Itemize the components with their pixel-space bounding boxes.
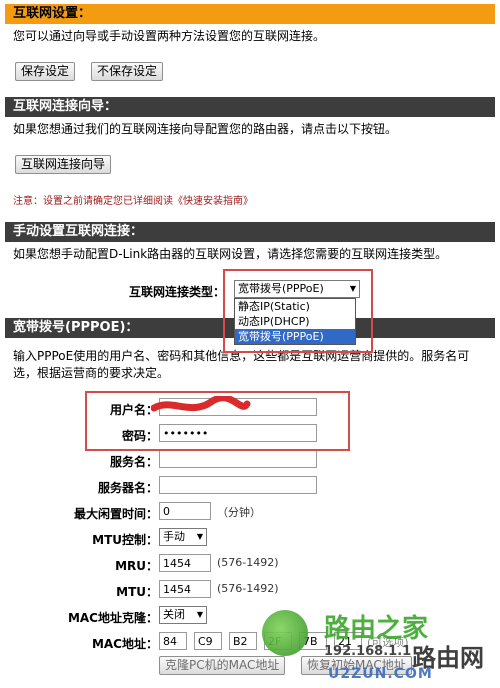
- internet-settings-description: 您可以通过向导或手动设置两种方法设置您的互联网连接。: [13, 29, 326, 43]
- chevron-down-icon: ▼: [196, 532, 203, 541]
- mru-range: (576-1492): [217, 556, 279, 569]
- mac-clone-select[interactable]: 关闭 ▼: [159, 606, 207, 624]
- server-name-input[interactable]: [159, 476, 317, 494]
- option-dhcp[interactable]: 动态IP(DHCP): [235, 314, 355, 329]
- save-settings-button[interactable]: 保存设定: [15, 62, 76, 81]
- chevron-down-icon: ▼: [196, 610, 203, 619]
- service-name-label: 服务名：: [109, 455, 158, 469]
- max-idle-time-input[interactable]: [159, 502, 211, 520]
- service-name-input[interactable]: [159, 450, 317, 468]
- max-idle-time-label: 最大闲置时间：: [73, 507, 158, 521]
- mac-address-label: MAC地址：: [91, 637, 158, 651]
- watermark: 路由之家 192.168.1.1 路由网 U2ZUN.COM: [262, 604, 498, 686]
- wizard-panel: 互联网连接向导： 如果您想通过我们的互联网连接向导配置您的路由器，请点击以下按钮…: [5, 97, 495, 209]
- manual-setup-title: 手动设置互联网连接：: [5, 222, 495, 242]
- mtu-control-select[interactable]: 手动 ▼: [159, 528, 207, 546]
- option-static-ip[interactable]: 静态IP(Static): [235, 299, 355, 314]
- mru-input[interactable]: [159, 554, 211, 572]
- mtu-control-label: MTU控制：: [92, 533, 158, 547]
- wizard-description: 如果您想通过我们的互联网连接向导配置您的路由器，请点击以下按钮。: [13, 122, 398, 136]
- internet-settings-title: 互联网设置：: [5, 4, 495, 24]
- connection-type-label: 互联网连接类型：: [128, 285, 225, 299]
- manual-setup-description: 如果您想手动配置D-Link路由器的互联网设置，请选择您需要的互联网连接类型。: [13, 247, 448, 261]
- watermark-brand: U2ZUN.COM: [328, 666, 433, 682]
- mac-clone-label: MAC地址克隆：: [67, 611, 158, 625]
- mtu-label: MTU：: [116, 585, 158, 599]
- mtu-range: (576-1492): [217, 582, 279, 595]
- server-name-label: 服务器名：: [97, 481, 158, 495]
- credentials-highlight: [85, 391, 350, 451]
- mtu-control-selected: 手动: [163, 530, 185, 543]
- option-pppoe[interactable]: 宽带拨号(PPPoE): [235, 329, 355, 344]
- idle-unit: （分钟）: [217, 506, 261, 519]
- watermark-site: 192.168.1.1: [324, 644, 412, 659]
- connection-type-options: 静态IP(Static) 动态IP(DHCP) 宽带拨号(PPPoE): [234, 298, 356, 345]
- watermark-logo-icon: [262, 610, 308, 656]
- mac-clone-selected: 关闭: [163, 608, 185, 621]
- wizard-title: 互联网连接向导：: [5, 97, 495, 117]
- mac-octet-3[interactable]: [229, 632, 257, 650]
- mac-octet-1[interactable]: [159, 632, 187, 650]
- mtu-input[interactable]: [159, 580, 211, 598]
- wizard-note: 注意：设置之前请确定您已详细阅读《快速安装指南》: [13, 196, 253, 207]
- connection-wizard-button[interactable]: 互联网连接向导: [15, 155, 112, 174]
- dont-save-settings-button[interactable]: 不保存设定: [91, 62, 164, 81]
- mru-label: MRU：: [115, 559, 158, 573]
- internet-settings-panel: 互联网设置： 您可以通过向导或手动设置两种方法设置您的互联网连接。 保存设定 不…: [5, 4, 495, 86]
- mac-octet-2[interactable]: [194, 632, 222, 650]
